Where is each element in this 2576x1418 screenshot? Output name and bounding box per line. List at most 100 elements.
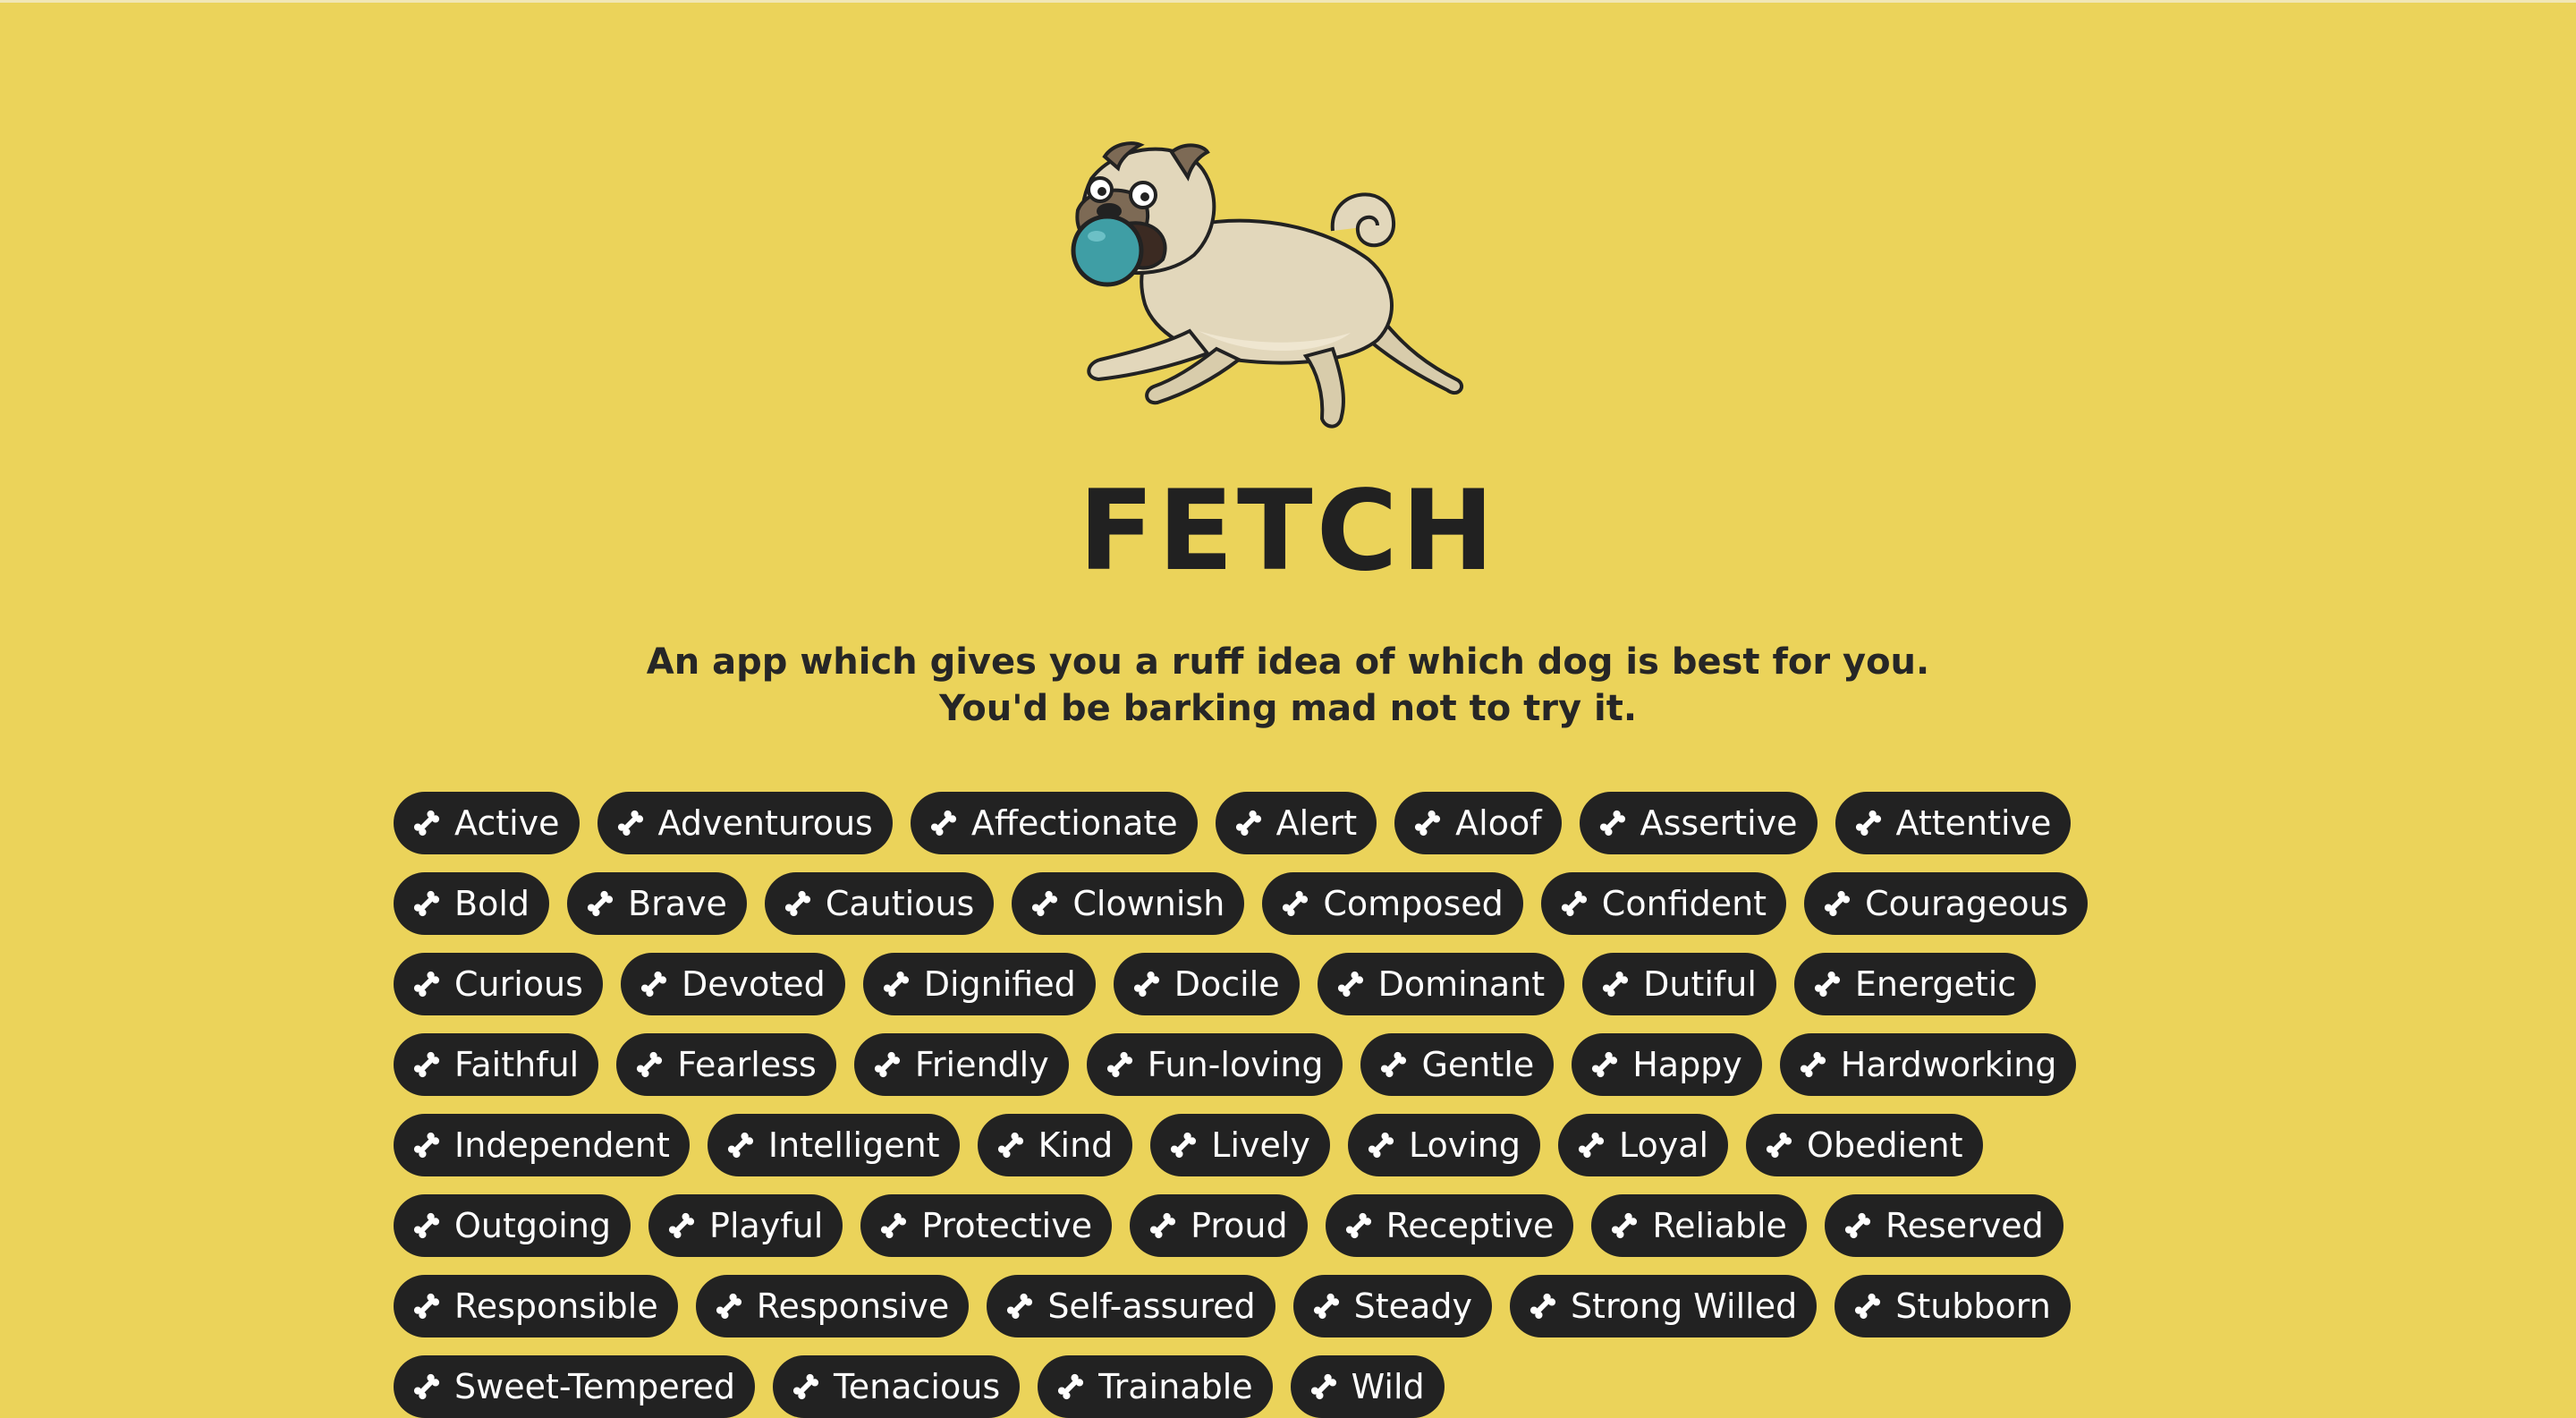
- trait-tag-label: Curious: [454, 964, 583, 1004]
- trait-tag-bold[interactable]: Bold: [394, 872, 549, 935]
- trait-tag-label: Energetic: [1854, 964, 2017, 1004]
- trait-tag-dutiful[interactable]: Dutiful: [1582, 953, 1776, 1015]
- bone-icon: [637, 967, 671, 1001]
- bone-icon: [1851, 1289, 1885, 1323]
- trait-tag-fun-loving[interactable]: Fun-loving: [1086, 1033, 1343, 1096]
- bone-icon: [1146, 1209, 1180, 1243]
- trait-tag-composed[interactable]: Composed: [1262, 872, 1523, 935]
- trait-tag-stubborn[interactable]: Stubborn: [1835, 1275, 2071, 1337]
- trait-tag-responsive[interactable]: Responsive: [695, 1275, 970, 1337]
- bone-icon: [410, 967, 444, 1001]
- trait-tag-courageous[interactable]: Courageous: [1804, 872, 2089, 935]
- bone-icon: [1557, 887, 1591, 921]
- trait-tag-independent[interactable]: Independent: [394, 1114, 690, 1176]
- trait-tag-label: Assertive: [1640, 803, 1798, 843]
- trait-tag-dominant[interactable]: Dominant: [1317, 953, 1565, 1015]
- bone-icon: [781, 887, 815, 921]
- trait-tag-cautious[interactable]: Cautious: [764, 872, 995, 935]
- trait-tag-attentive[interactable]: Attentive: [1835, 792, 2072, 854]
- trait-tag-loving[interactable]: Loving: [1347, 1114, 1540, 1176]
- bone-icon: [1607, 1209, 1641, 1243]
- trait-tag-label: Playful: [709, 1206, 824, 1245]
- trait-tag-strong-willed[interactable]: Strong Willed: [1509, 1275, 1818, 1337]
- trait-tag-label: Faithful: [454, 1045, 580, 1084]
- trait-tag-outgoing[interactable]: Outgoing: [394, 1194, 631, 1257]
- trait-tag-label: Reliable: [1652, 1206, 1787, 1245]
- trait-tag-responsible[interactable]: Responsible: [394, 1275, 678, 1337]
- trait-tag-curious[interactable]: Curious: [394, 953, 603, 1015]
- trait-tag-label: Attentive: [1895, 803, 2052, 843]
- trait-tag-label: Kind: [1038, 1125, 1114, 1165]
- bone-icon: [410, 806, 444, 840]
- bone-icon: [1130, 967, 1164, 1001]
- trait-tag-brave[interactable]: Brave: [567, 872, 747, 935]
- trait-tag-playful[interactable]: Playful: [648, 1194, 843, 1257]
- trait-tag-label: Proud: [1191, 1206, 1288, 1245]
- trait-tag-label: Hardworking: [1840, 1045, 2057, 1084]
- trait-tag-assertive[interactable]: Assertive: [1579, 792, 1818, 854]
- trait-tag-alert[interactable]: Alert: [1215, 792, 1377, 854]
- trait-tag-reliable[interactable]: Reliable: [1591, 1194, 1807, 1257]
- bone-icon: [877, 1209, 911, 1243]
- trait-tag-reserved[interactable]: Reserved: [1824, 1194, 2063, 1257]
- trait-tag-label: Wild: [1351, 1367, 1425, 1406]
- trait-tag-wild[interactable]: Wild: [1290, 1355, 1445, 1418]
- trait-tag-label: Responsible: [454, 1286, 658, 1326]
- trait-tag-happy[interactable]: Happy: [1572, 1033, 1762, 1096]
- trait-tag-self-assured[interactable]: Self-assured: [987, 1275, 1275, 1337]
- trait-tag-tenacious[interactable]: Tenacious: [773, 1355, 1021, 1418]
- trait-tag-lively[interactable]: Lively: [1150, 1114, 1330, 1176]
- bone-icon: [1278, 887, 1312, 921]
- trait-tag-label: Sweet-Tempered: [454, 1367, 736, 1406]
- trait-tag-protective[interactable]: Protective: [860, 1194, 1113, 1257]
- bone-icon: [1796, 1048, 1830, 1082]
- trait-tag-adventurous[interactable]: Adventurous: [597, 792, 893, 854]
- trait-tag-label: Devoted: [681, 964, 826, 1004]
- trait-tag-loyal[interactable]: Loyal: [1557, 1114, 1729, 1176]
- trait-tag-label: Aloof: [1455, 803, 1542, 843]
- trait-tag-trainable[interactable]: Trainable: [1038, 1355, 1273, 1418]
- trait-tag-clownish[interactable]: Clownish: [1012, 872, 1245, 935]
- trait-tag-label: Confident: [1601, 884, 1767, 923]
- trait-tag-obedient[interactable]: Obedient: [1746, 1114, 1983, 1176]
- trait-tag-proud[interactable]: Proud: [1130, 1194, 1308, 1257]
- bone-icon: [1232, 806, 1266, 840]
- trait-tag-label: Outgoing: [454, 1206, 612, 1245]
- trait-tag-hardworking[interactable]: Hardworking: [1779, 1033, 2077, 1096]
- bone-icon: [1810, 967, 1844, 1001]
- trait-tag-fearless[interactable]: Fearless: [616, 1033, 836, 1096]
- trait-tag-label: Obedient: [1807, 1125, 1963, 1165]
- trait-tag-friendly[interactable]: Friendly: [853, 1033, 1069, 1096]
- trait-tag-label: Responsive: [756, 1286, 950, 1326]
- trait-tag-label: Happy: [1632, 1045, 1742, 1084]
- trait-tag-confident[interactable]: Confident: [1540, 872, 1787, 935]
- bone-icon: [712, 1289, 746, 1323]
- trait-tag-faithful[interactable]: Faithful: [394, 1033, 599, 1096]
- trait-tag-energetic[interactable]: Energetic: [1793, 953, 2037, 1015]
- bone-icon: [1526, 1289, 1560, 1323]
- trait-tag-sweet-tempered[interactable]: Sweet-Tempered: [394, 1355, 756, 1418]
- bone-icon: [1588, 1048, 1622, 1082]
- trait-tag-label: Trainable: [1098, 1367, 1253, 1406]
- trait-tag-intelligent[interactable]: Intelligent: [707, 1114, 960, 1176]
- trait-tag-list: Active Adventurous Affectionate Alert Aloof A…: [394, 792, 2200, 1418]
- bone-icon: [1307, 1370, 1341, 1404]
- trait-tag-gentle[interactable]: Gentle: [1360, 1033, 1555, 1096]
- trait-tag-kind[interactable]: Kind: [977, 1114, 1133, 1176]
- trait-tag-docile[interactable]: Docile: [1113, 953, 1300, 1015]
- bone-icon: [870, 1048, 904, 1082]
- trait-tag-affectionate[interactable]: Affectionate: [910, 792, 1198, 854]
- mascot-illustration: [0, 125, 2576, 465]
- trait-tag-steady[interactable]: Steady: [1292, 1275, 1492, 1337]
- trait-tag-aloof[interactable]: Aloof: [1394, 792, 1562, 854]
- bone-icon: [1762, 1128, 1796, 1162]
- trait-tag-label: Steady: [1353, 1286, 1472, 1326]
- trait-tag-label: Intelligent: [767, 1125, 940, 1165]
- bone-icon: [879, 967, 913, 1001]
- trait-tag-devoted[interactable]: Devoted: [620, 953, 845, 1015]
- trait-tag-active[interactable]: Active: [394, 792, 580, 854]
- trait-tag-receptive[interactable]: Receptive: [1325, 1194, 1574, 1257]
- trait-tag-dignified[interactable]: Dignified: [862, 953, 1096, 1015]
- bone-icon: [410, 1209, 444, 1243]
- tagline-line-1: An app which gives you a ruff idea of wh…: [646, 641, 1930, 683]
